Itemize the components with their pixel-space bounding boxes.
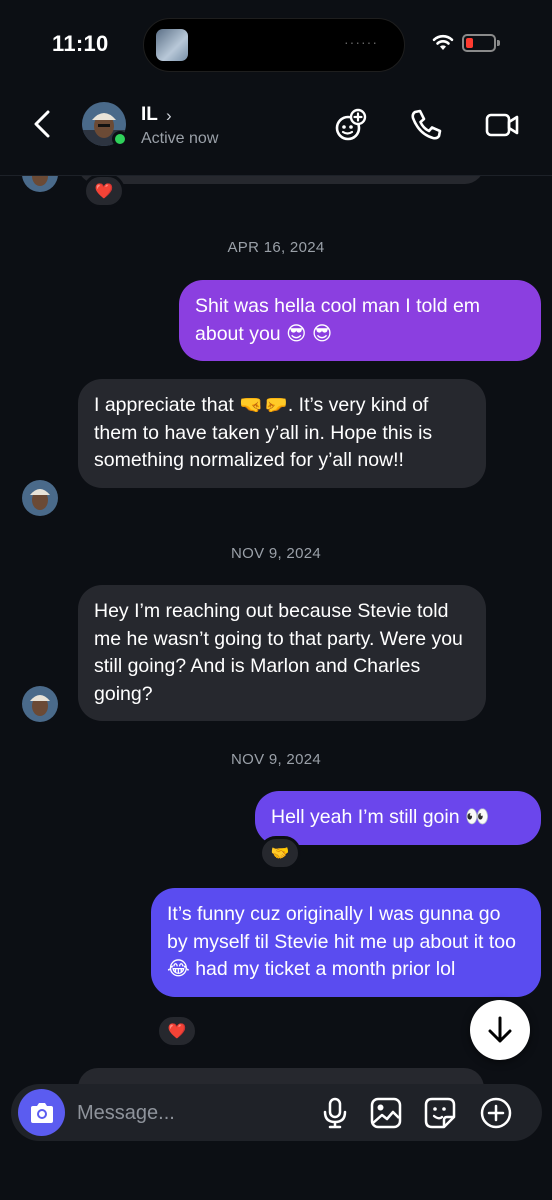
camera-button[interactable]	[18, 1089, 65, 1136]
scroll-to-bottom-button[interactable]	[470, 1000, 530, 1060]
online-indicator	[112, 131, 128, 147]
battery-icon	[462, 34, 496, 52]
avatar[interactable]	[22, 480, 58, 516]
back-icon[interactable]	[28, 106, 58, 142]
group-add-icon[interactable]	[333, 107, 369, 143]
dynamic-island: ······	[143, 18, 405, 72]
status-bar: 11:10 ······	[0, 0, 552, 80]
message-bubble-outgoing[interactable]: Shit was hella cool man I told em about …	[179, 280, 541, 361]
add-circle-icon[interactable]	[479, 1096, 513, 1130]
message-thread[interactable]: ❤️ APR 16, 2024 Shit was hella cool man …	[0, 176, 552, 1076]
message-bubble-outgoing[interactable]: Hell yeah I’m still goin 👀	[255, 791, 541, 845]
reaction-heart[interactable]: ❤️	[83, 176, 125, 208]
date-separator: APR 16, 2024	[227, 239, 325, 256]
battery-tip	[497, 40, 500, 46]
reaction-handshake[interactable]: 🤝	[259, 836, 301, 870]
reaction-heart[interactable]: ❤️	[156, 1014, 198, 1048]
gallery-icon[interactable]	[369, 1096, 403, 1130]
message-composer	[11, 1084, 542, 1141]
wifi-icon	[432, 34, 454, 50]
date-separator: NOV 9, 2024	[230, 751, 322, 768]
music-thumbnail	[156, 29, 188, 61]
sticker-icon[interactable]	[423, 1096, 457, 1130]
active-status: Active now	[141, 130, 219, 147]
chevron-right-icon[interactable]: ›	[166, 106, 172, 126]
phone-icon[interactable]	[408, 107, 444, 143]
clock: 11:10	[52, 31, 109, 56]
date-separator: NOV 9, 2024	[230, 545, 322, 562]
message-bubble-previous	[78, 176, 484, 184]
arrow-down-icon	[488, 1016, 512, 1043]
message-bubble-incoming[interactable]: Hey I’m reaching out because Stevie told…	[78, 585, 486, 721]
chat-header: IL › Active now	[0, 80, 552, 176]
microphone-icon[interactable]	[318, 1096, 352, 1130]
video-icon[interactable]	[484, 107, 520, 143]
avatar[interactable]	[22, 686, 58, 722]
contact-name[interactable]: IL	[141, 104, 158, 126]
message-bubble-incoming[interactable]: I appreciate that 🤜🤛. It’s very kind of …	[78, 379, 486, 488]
message-input[interactable]	[77, 1098, 297, 1128]
avatar	[22, 176, 58, 192]
message-bubble-outgoing[interactable]: It’s funny cuz originally I was gunna go…	[151, 888, 541, 997]
waveform-icon: ······	[344, 34, 378, 50]
camera-icon	[30, 1102, 53, 1123]
